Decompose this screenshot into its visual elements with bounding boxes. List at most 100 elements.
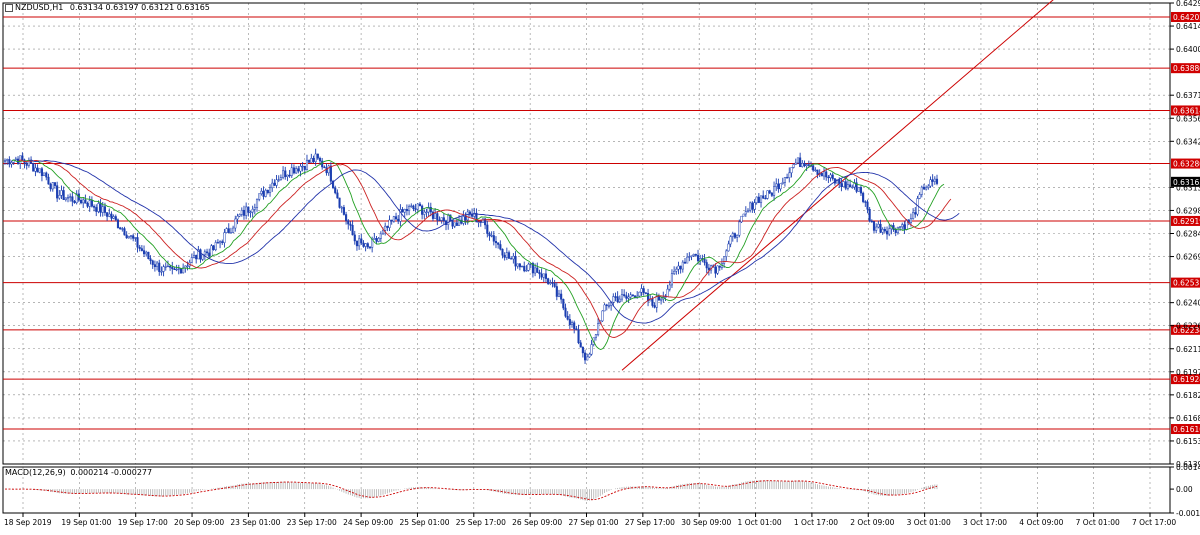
candle-body xyxy=(481,218,484,223)
candle-body xyxy=(103,206,106,213)
candle-body xyxy=(527,263,530,271)
candle-body xyxy=(542,273,545,278)
symbol-header: NZDUSD,H1 0.63134 0.63197 0.63121 0.6316… xyxy=(5,3,210,12)
horizontal-levels[interactable]: 0.642020.638800.636140.632800.629190.625… xyxy=(3,11,1200,435)
candle-body xyxy=(284,170,287,177)
time-axis[interactable]: 18 Sep 2019 19 Sep 01:00 19 Sep 17:00 20 Se… xyxy=(4,513,1176,527)
price-tick-label: 0.64290 xyxy=(1176,0,1200,8)
candle-body xyxy=(171,267,174,270)
time-tick-label: 27 Sep 01:00 xyxy=(569,518,619,527)
candle-body xyxy=(199,249,202,260)
candle-body xyxy=(842,181,845,187)
candle-body xyxy=(909,218,912,223)
candle-body xyxy=(896,226,899,233)
candle-body xyxy=(93,206,96,208)
candle-body xyxy=(581,346,584,354)
candle-body xyxy=(260,190,263,194)
candle-body xyxy=(36,167,39,173)
candle-body xyxy=(925,187,928,190)
candle-body xyxy=(240,209,243,215)
candle-body xyxy=(40,168,43,176)
candle-body xyxy=(488,233,491,237)
candle-body xyxy=(497,242,500,245)
time-tick-label: 25 Sep 01:00 xyxy=(399,518,449,527)
candle-body xyxy=(101,206,104,213)
candle-body xyxy=(668,284,671,290)
candle-body xyxy=(605,304,608,306)
grid-lines xyxy=(3,2,1170,513)
candle-body xyxy=(775,183,778,188)
candle-body xyxy=(588,353,591,358)
candle-body xyxy=(45,172,48,178)
candle-body xyxy=(729,236,732,245)
candle-body xyxy=(58,195,61,199)
candle-body xyxy=(675,268,678,272)
price-axis[interactable]: 0.64290 0.64145 0.64000 0.63710 0.63565 0.634… xyxy=(1170,0,1200,518)
candle-body xyxy=(79,200,83,204)
candle-body xyxy=(358,238,361,247)
candle-body xyxy=(345,214,348,221)
candle-body xyxy=(557,293,561,297)
candle-body xyxy=(781,182,784,184)
candle-body xyxy=(158,262,161,272)
candle-body xyxy=(566,315,569,320)
candle-body xyxy=(573,322,576,329)
candle-body xyxy=(534,267,537,274)
candle-body xyxy=(355,240,358,247)
candle-body xyxy=(14,158,17,161)
candle-body xyxy=(655,296,658,308)
level-price-label: 0.61610 xyxy=(1173,425,1200,434)
candle-body xyxy=(540,273,543,278)
candle-body xyxy=(423,211,426,215)
candle-body xyxy=(703,258,706,263)
candle-body xyxy=(434,213,437,219)
candle-body xyxy=(71,196,74,202)
candle-body xyxy=(379,233,382,239)
candle-body xyxy=(673,270,676,274)
candle-body xyxy=(868,209,871,222)
candle-body xyxy=(927,185,930,188)
candle-body xyxy=(877,223,880,228)
chart-canvas[interactable]: 0.642020.638800.636140.632800.629190.625… xyxy=(0,0,1200,531)
candle-body xyxy=(607,305,611,307)
candle-body xyxy=(394,216,398,220)
macd-indicator xyxy=(5,480,938,501)
trading-chart-window[interactable]: 0.642020.638800.636140.632800.629190.625… xyxy=(0,0,1200,531)
trend-line[interactable] xyxy=(621,0,1055,371)
candle-body xyxy=(827,176,830,179)
candle-body xyxy=(603,304,606,312)
candle-body xyxy=(90,200,93,207)
candle-body xyxy=(203,251,206,256)
candle-body xyxy=(803,163,806,167)
candle-body xyxy=(849,184,852,188)
candle-body xyxy=(731,233,734,237)
candle-body xyxy=(205,251,209,254)
candle-body xyxy=(53,182,57,186)
candle-body xyxy=(177,268,180,270)
candle-body xyxy=(56,185,59,199)
time-tick-label: 3 Oct 01:00 xyxy=(907,518,951,527)
time-tick-label: 25 Sep 17:00 xyxy=(456,518,506,527)
candle-body xyxy=(464,216,467,221)
candle-body xyxy=(770,192,773,196)
candle-body xyxy=(229,232,232,234)
candle-body xyxy=(933,178,936,182)
price-tick-label: 0.64000 xyxy=(1176,45,1200,54)
candle-body xyxy=(334,187,337,194)
candle-body xyxy=(503,254,506,258)
candle-body xyxy=(879,223,882,233)
candle-body xyxy=(623,294,626,296)
candle-body xyxy=(3,160,7,162)
time-tick-label: 30 Sep 09:00 xyxy=(681,518,731,527)
candle-body xyxy=(844,181,847,189)
candle-body xyxy=(742,213,745,217)
candle-body xyxy=(121,228,124,230)
candle-body xyxy=(210,245,213,257)
candle-body xyxy=(586,356,589,361)
candle-body xyxy=(125,234,128,239)
candle-body xyxy=(692,254,695,257)
time-tick-label: 23 Sep 01:00 xyxy=(230,518,280,527)
price-tick-label: 0.64145 xyxy=(1176,22,1200,31)
candle-body xyxy=(740,215,743,223)
candle-body xyxy=(666,288,669,298)
